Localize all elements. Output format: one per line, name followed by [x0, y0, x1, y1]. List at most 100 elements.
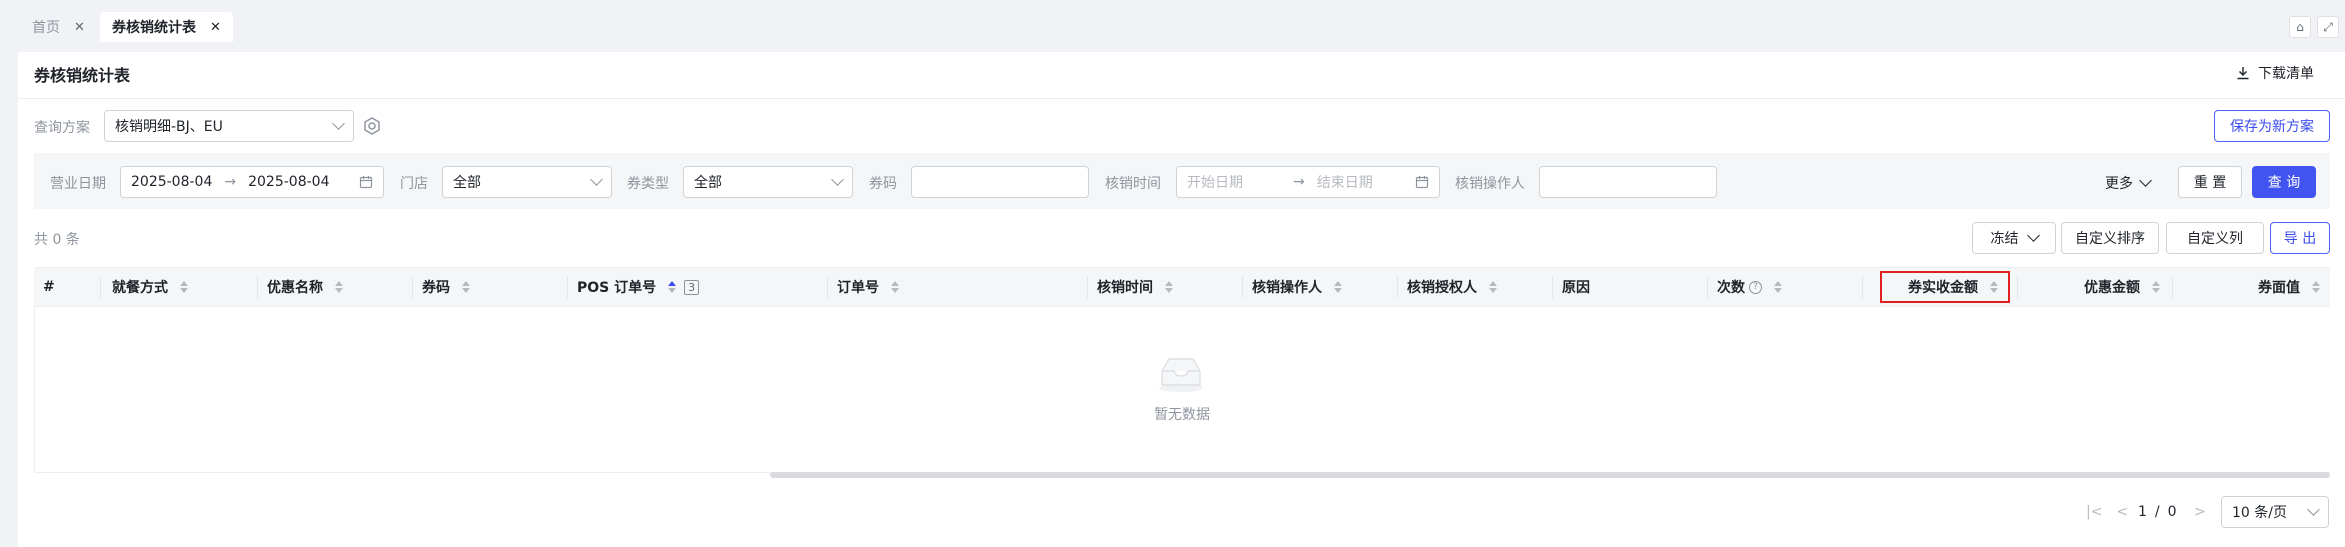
sort-icon[interactable] [2152, 281, 2160, 293]
column-header-coupon-actual-amount[interactable]: 券实收金额 [1880, 271, 2010, 303]
column-label: POS 订单号 [577, 280, 657, 296]
page-separator: / [2154, 504, 2160, 520]
redeem-start-placeholder: 开始日期 [1187, 175, 1243, 191]
pagination-indicator: 1 / 0 [2138, 496, 2177, 528]
download-label: 下载清单 [2258, 66, 2314, 82]
current-page: 1 [2138, 504, 2147, 520]
column-header-count[interactable]: 次数 ? [1717, 267, 1782, 307]
chevron-down-icon [590, 173, 603, 186]
business-date-label: 营业日期 [50, 176, 106, 192]
custom-columns-button[interactable]: 自定义列 [2166, 222, 2264, 254]
sort-icon[interactable] [668, 281, 677, 293]
sort-priority-badge: 3 [684, 279, 700, 295]
column-label: 原因 [1562, 280, 1590, 296]
column-divider [257, 276, 258, 298]
column-header-redeem-authorizer[interactable]: 核销授权人 [1407, 267, 1497, 307]
column-divider [2172, 276, 2173, 298]
help-icon[interactable]: ? [1749, 280, 1762, 294]
chevron-down-icon [2026, 229, 2040, 242]
column-header-order-no[interactable]: 订单号 [837, 267, 899, 307]
first-page-icon[interactable]: |< [2086, 504, 2102, 520]
column-header-redeem-time[interactable]: 核销时间 [1097, 267, 1173, 307]
coupon-type-select[interactable]: 全部 [683, 166, 853, 198]
coupon-type-label: 券类型 [627, 176, 669, 192]
column-divider [100, 276, 101, 298]
sort-icon[interactable] [1165, 281, 1173, 293]
tab-bar [0, 0, 2345, 52]
column-divider [1087, 276, 1088, 298]
query-scheme-label: 查询方案 [34, 120, 90, 136]
calendar-icon [1415, 176, 1429, 189]
redeem-time-label: 核销时间 [1105, 176, 1161, 192]
next-page-icon[interactable]: > [2194, 496, 2206, 528]
prev-page-icon[interactable]: < [2116, 504, 2128, 520]
sort-icon[interactable] [891, 281, 899, 293]
column-label: 优惠名称 [267, 280, 323, 296]
total-count: 共 0 条 [34, 232, 80, 248]
custom-sort-button[interactable]: 自定义排序 [2061, 222, 2159, 254]
settings-icon[interactable] [362, 116, 382, 140]
sort-icon[interactable] [1334, 281, 1342, 293]
store-select[interactable]: 全部 [442, 166, 612, 198]
coupon-code-input[interactable] [911, 166, 1089, 198]
column-label: 核销操作人 [1252, 280, 1322, 296]
reset-button[interactable]: 重 置 [2178, 166, 2242, 198]
column-header-coupon-code[interactable]: 券码 [422, 267, 470, 307]
fullscreen-icon[interactable]: ⤢ [2317, 16, 2339, 38]
column-header-pos-order-no[interactable]: POS 订单号 3 [577, 267, 700, 307]
horizontal-scrollbar[interactable] [770, 472, 2330, 478]
more-toggle[interactable]: 更多 [2105, 173, 2152, 193]
redeem-end-placeholder: 结束日期 [1316, 175, 1373, 191]
column-header-discount-amount[interactable]: 优惠金额 [2030, 267, 2160, 307]
download-list-button[interactable]: 下载清单 [2236, 63, 2314, 83]
divider [18, 98, 2345, 99]
sort-icon[interactable] [462, 281, 470, 293]
sort-icon[interactable] [1489, 281, 1497, 293]
pagination-nav: |< < [2086, 496, 2128, 528]
sort-icon[interactable] [1774, 281, 1782, 293]
arrow-right-icon: → [1293, 174, 1305, 190]
column-label: 订单号 [837, 280, 879, 296]
save-new-scheme-button[interactable]: 保存为新方案 [2214, 110, 2330, 142]
store-label: 门店 [400, 176, 428, 192]
redeem-time-range[interactable]: 开始日期 → 结束日期 [1176, 166, 1440, 198]
query-button[interactable]: 查 询 [2252, 166, 2316, 198]
chevron-down-icon [2139, 174, 2152, 187]
column-label: 核销时间 [1097, 280, 1153, 296]
business-date-range[interactable]: 2025-08-04 → 2025-08-04 [120, 166, 384, 198]
column-header-reason[interactable]: 原因 [1562, 267, 1590, 307]
coupon-code-label: 券码 [869, 176, 897, 192]
page-title: 券核销统计表 [34, 66, 131, 85]
page-size-select[interactable]: 10 条/页 [2221, 496, 2329, 528]
sort-icon[interactable] [1990, 281, 1998, 293]
column-label: 核销授权人 [1407, 280, 1477, 296]
chevron-down-icon [332, 117, 345, 130]
column-divider [1862, 276, 1863, 298]
sort-icon[interactable] [180, 281, 188, 293]
column-label: 次数 [1717, 280, 1745, 296]
close-icon[interactable]: ✕ [210, 20, 221, 35]
column-header-redeem-operator[interactable]: 核销操作人 [1252, 267, 1342, 307]
coupon-type-value: 全部 [694, 175, 722, 191]
column-divider [1397, 276, 1398, 298]
operator-label: 核销操作人 [1455, 176, 1525, 192]
close-icon[interactable]: ✕ [74, 20, 85, 35]
store-value: 全部 [453, 175, 481, 191]
export-button[interactable]: 导 出 [2270, 222, 2330, 254]
sort-icon[interactable] [335, 281, 343, 293]
tab-home[interactable]: 首页 ✕ [20, 12, 97, 42]
chevron-down-icon [2307, 503, 2320, 516]
query-scheme-value: 核销明细-BJ、EU [115, 119, 223, 135]
column-divider [412, 276, 413, 298]
sort-icon[interactable] [2312, 281, 2320, 293]
query-scheme-select[interactable]: 核销明细-BJ、EU [104, 110, 354, 142]
home-icon[interactable]: ⌂ [2289, 16, 2311, 38]
column-divider [827, 276, 828, 298]
column-header-face-value[interactable]: 券面值 [2180, 267, 2320, 307]
freeze-button[interactable]: 冻结 [1972, 222, 2056, 254]
column-header-discount-name[interactable]: 优惠名称 [267, 267, 343, 307]
tab-coupon-redemption[interactable]: 券核销统计表 ✕ [100, 12, 233, 42]
column-divider [1707, 276, 1708, 298]
column-header-dining-mode[interactable]: 就餐方式 [112, 267, 188, 307]
operator-input[interactable] [1539, 166, 1717, 198]
